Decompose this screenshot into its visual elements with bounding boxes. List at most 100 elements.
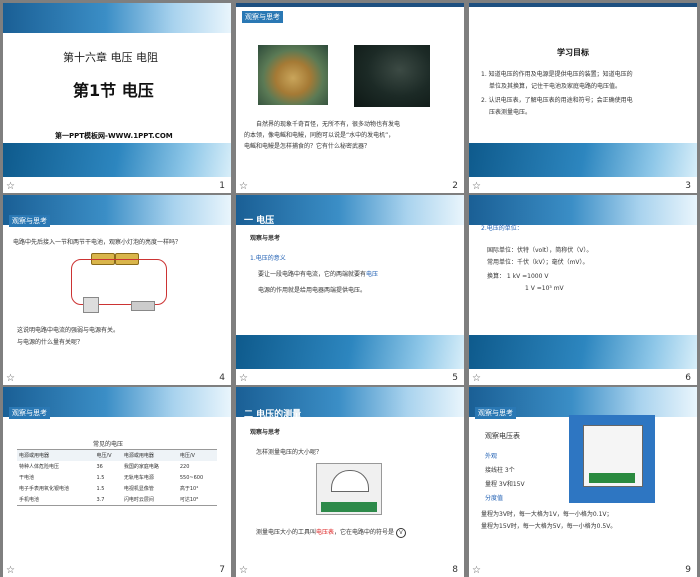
goal-heading: 学习目标 xyxy=(557,48,589,57)
slide-thumbnail-9[interactable]: 观察与思考 观察电压表 外观 接线柱 3个 量程 3V和15V 分度值 量程为3… xyxy=(469,387,697,577)
table-cell: 550~600 xyxy=(179,474,204,481)
slide-number: 3 xyxy=(685,181,691,191)
slide-number: 9 xyxy=(685,565,691,575)
slide-thumbnail-5[interactable]: 一 电压 观察与思考 1.电压的意义 要让一段电路中有电流，它的两端就要有电压 … xyxy=(236,195,464,385)
slide-number: 5 xyxy=(452,373,458,383)
section-tag: 观察与思考 xyxy=(9,407,50,419)
footer-bar: ☆ 5 xyxy=(236,369,464,385)
table-title: 常见的电压 xyxy=(93,441,124,448)
header-band xyxy=(469,195,697,225)
slide-thumbnail-7[interactable]: 观察与思考 常见的电压 电源或用电器 电压/V 电源或用电器 电压/V 特种人体… xyxy=(3,387,231,577)
circuit-diagram xyxy=(63,249,173,319)
body-text-line-1: 自然界的现象千奇百怪，无所不有，很多动物也有发电 xyxy=(256,121,401,128)
table-cell: 可达10⁸ xyxy=(177,494,217,506)
table-cell: 220 xyxy=(179,463,190,470)
feature-4: 分度值 xyxy=(485,495,504,502)
unit-line-4: 1 V =10³ mV xyxy=(525,285,564,292)
point-text: 要让一段电路中有电流，它的两端就要有电压 xyxy=(258,271,379,278)
reading-line-1: 量程为3V时，每一大格为1V，每一小格为0.1V； xyxy=(481,511,613,518)
table-cell: 1.5 xyxy=(96,485,105,492)
voltage-table: 电源或用电器 电压/V 电源或用电器 电压/V 特种人体危险电压 36 我国的家庭电… xyxy=(17,449,217,506)
section-tag: 观察与思考 xyxy=(9,215,50,227)
section-heading: 二 电压的测量 xyxy=(244,410,302,420)
table-row: 特种人体危险电压 36 我国的家庭电路 220 xyxy=(17,461,217,472)
point-text-2: 电源的作用就是给用电器两端提供电压。 xyxy=(258,287,367,294)
slide-number: 7 xyxy=(219,565,225,575)
star-icon: ☆ xyxy=(239,181,248,192)
voltmeter-image xyxy=(316,463,382,515)
table-row: 干电池 1.5 无轨电车电源 550~600 xyxy=(17,472,217,483)
table-row: 手机电池 3.7 闪电时云层间 可达10⁸ xyxy=(17,494,217,506)
slide-heading: 观察电压表 xyxy=(485,432,520,440)
footer-band xyxy=(469,143,697,177)
top-stripe xyxy=(469,3,697,7)
table-cell: 电子手表用氧化银电池 xyxy=(19,486,70,492)
slide-thumbnail-4[interactable]: 观察与思考 电路中先后接入一节和两节干电池，观察小灯泡的亮度一样吗？ 这说明电路… xyxy=(3,195,231,385)
footer-band xyxy=(3,143,231,177)
table-header: 电源或用电器 xyxy=(17,449,95,461)
top-stripe xyxy=(236,3,464,7)
slide-number: 2 xyxy=(452,181,458,191)
site-label: 第一PPT模板网-WWW.1PPT.COM xyxy=(55,132,173,140)
point-heading: 1.电压的意义 xyxy=(250,255,286,262)
question-text: 电路中先后接入一节和两节干电池，观察小灯泡的亮度一样吗？ xyxy=(13,239,182,246)
body-text-line-2: 的本领，像电鳐和电鳗，同胞可以说是“水中的发电机”， xyxy=(244,132,395,139)
feature-2: 接线柱 3个 xyxy=(485,467,515,474)
unit-line-1: 国际单位：伏特（volt），简称伏（V）。 xyxy=(487,247,593,254)
table-cell: 无轨电车电源 xyxy=(123,475,154,481)
table-cell: 36 xyxy=(96,463,103,470)
footer-bar: ☆ 2 xyxy=(236,177,464,193)
slide-thumbnail-6[interactable]: 2.电压的单位： 国际单位：伏特（volt），简称伏（V）。 常用单位：千伏（k… xyxy=(469,195,697,385)
footer-band xyxy=(469,335,697,369)
goal-line-4: 压表测量电压。 xyxy=(489,109,532,116)
section-tag: 观察与思考 xyxy=(250,429,281,436)
header-band xyxy=(3,3,231,33)
eel-photo xyxy=(354,45,430,107)
star-icon: ☆ xyxy=(472,565,481,576)
goal-line-1: 1. 知道电压的作用及电源是提供电压的装置；知道电压的 xyxy=(481,71,633,78)
unit-line-3: 换算： 1 kV =1000 V xyxy=(487,273,549,280)
section-tag: 观察与思考 xyxy=(250,235,281,242)
body-text-line-3: 电鳐和电鳗是怎样捕食的？它有什么秘密武器？ xyxy=(244,143,371,150)
table-header: 电压/V xyxy=(94,449,122,461)
table-cell: 闪电时云层间 xyxy=(121,494,178,506)
table-cell: 3.7 xyxy=(94,494,122,506)
goal-line-3: 2. 认识电压表，了解电压表的用途和符号；会正确使用电 xyxy=(481,97,633,104)
table-cell: 手机电池 xyxy=(17,494,95,506)
feature-1: 外观 xyxy=(485,453,498,460)
footer-bar: ☆ 3 xyxy=(469,177,697,193)
slide-thumbnail-3[interactable]: 学习目标 1. 知道电压的作用及电源是提供电压的装置；知道电压的 单位及其换算，… xyxy=(469,3,697,193)
voltmeter-photo xyxy=(569,415,655,503)
slide-thumbnail-1[interactable]: 第十六章 电压 电阻 第1节 电压 第一PPT模板网-WWW.1PPT.COM … xyxy=(3,3,231,193)
star-icon: ☆ xyxy=(239,373,248,384)
table-cell: 电视机显像管 xyxy=(123,486,154,492)
footer-bar: ☆ 7 xyxy=(3,561,231,577)
table-header: 电源或用电器 xyxy=(121,449,178,461)
section-title: 第1节 电压 xyxy=(73,81,154,100)
star-icon: ☆ xyxy=(472,181,481,192)
conclusion-line-1: 这说明电路中电流的强弱与电源有关。 xyxy=(17,327,120,334)
goal-line-2: 单位及其换算，记住干电池及家庭电路的电压值。 xyxy=(489,83,622,90)
footer-bar: ☆ 6 xyxy=(469,369,697,385)
slide-number: 8 xyxy=(452,565,458,575)
slide-number: 4 xyxy=(219,373,225,383)
conclusion-line-2: 与电源的什么量有关呢？ xyxy=(17,339,84,346)
footer-bar: ☆ 8 xyxy=(236,561,464,577)
footer-bar: ☆ 1 xyxy=(3,177,231,193)
question-text: 怎样测量电压的大小呢？ xyxy=(256,449,323,456)
slide-thumbnail-8[interactable]: 二 电压的测量 观察与思考 怎样测量电压的大小呢？ 测量电压大小的工具叫电压表，… xyxy=(236,387,464,577)
star-icon: ☆ xyxy=(472,373,481,384)
table-cell: 1.5 xyxy=(96,474,105,481)
section-heading: 一 电压 xyxy=(244,216,275,226)
unit-heading: 2.电压的单位： xyxy=(481,225,523,232)
footer-band xyxy=(236,335,464,369)
unit-line-2: 常用单位：千伏（kV）；毫伏（mV）。 xyxy=(487,259,589,266)
star-icon: ☆ xyxy=(239,565,248,576)
voltmeter-symbol: V xyxy=(395,528,406,538)
slide-number: 1 xyxy=(219,181,225,191)
star-icon: ☆ xyxy=(6,181,15,192)
tool-text: 测量电压大小的工具叫电压表，它在电路中的符号是 V xyxy=(256,527,406,538)
chapter-title: 第十六章 电压 电阻 xyxy=(63,51,158,64)
slide-thumbnail-2[interactable]: 观察与思考 自然界的现象千奇百怪，无所不有，很多动物也有发电 的本领，像电鳐和电… xyxy=(236,3,464,193)
section-tag: 观察与思考 xyxy=(242,11,283,23)
